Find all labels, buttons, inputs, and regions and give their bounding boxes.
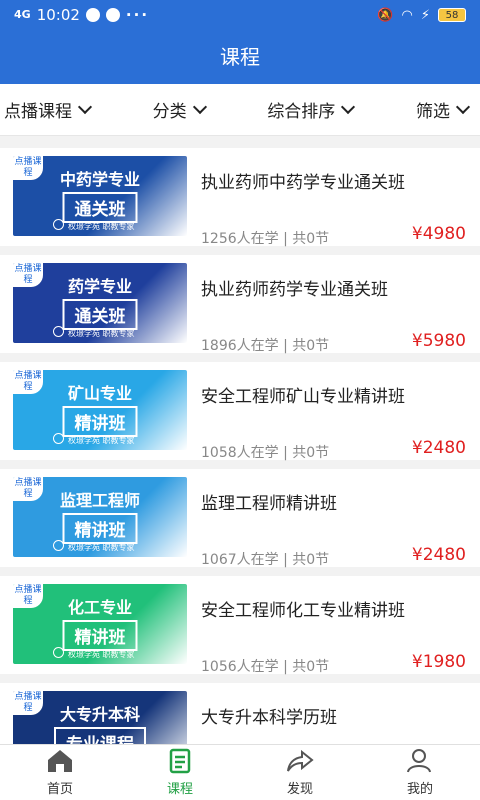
- message-icon: [105, 8, 120, 22]
- brand-logo: 权璟学苑 职教专家: [53, 540, 135, 553]
- nav-label: 课程: [166, 782, 193, 797]
- course-thumbnail: 点播课程 矿山专业 精讲班 权璟学苑 职教专家: [13, 370, 187, 450]
- status-time: 10:02: [36, 6, 80, 24]
- course-name: 执业药师药学专业通关班: [201, 280, 388, 300]
- filter-label: 筛选: [415, 102, 450, 122]
- thumbnail-title: 中药学专业: [59, 170, 140, 189]
- brand-logo: 权璟学苑 职教专家: [53, 326, 135, 339]
- course-meta: 1056人在学 | 共0节: [201, 659, 330, 675]
- brand-logo: 权璟学苑 职教专家: [53, 219, 135, 232]
- course-name: 监理工程师精讲班: [201, 494, 337, 514]
- filter-course-type[interactable]: 点播课程: [4, 97, 94, 122]
- course-meta: 1067人在学 | 共0节: [201, 552, 330, 568]
- chevron-down-icon: [192, 99, 207, 114]
- page-title: 课程: [220, 45, 260, 69]
- nav-label: 首页: [46, 782, 73, 797]
- more-notifications-icon: ···: [125, 6, 150, 24]
- filter-label: 综合排序: [267, 102, 336, 122]
- course-price: ¥2480: [411, 438, 466, 458]
- course-item[interactable]: 点播课程 大专升本科 专业课程 大专升本科学历班: [0, 683, 480, 744]
- notification-icon: [85, 8, 100, 22]
- filter-label: 点播课程: [4, 102, 72, 122]
- filter-label: 分类: [152, 102, 187, 122]
- filter-category[interactable]: 分类: [153, 97, 209, 122]
- course-item[interactable]: 点播课程 化工专业 精讲班 权璟学苑 职教专家 安全工程师化工专业精讲班 105…: [0, 576, 480, 675]
- chevron-down-icon: [455, 99, 471, 114]
- course-name: 执业药师中药学专业通关班: [201, 173, 405, 193]
- signal-icon: 4G: [14, 8, 31, 21]
- nav-home[interactable]: 首页: [0, 745, 120, 800]
- mute-icon: 🔕: [377, 7, 394, 23]
- course-meta: 1896人在学 | 共0节: [201, 338, 330, 354]
- nav-discover[interactable]: 发现: [240, 745, 360, 800]
- status-bar: 4G 10:02 ··· 🔕 ◠ ⚡ 58: [0, 0, 480, 30]
- filter-screen[interactable]: 筛选: [416, 97, 472, 122]
- battery-icon: 58: [438, 8, 466, 22]
- thumbnail-title: 矿山专业: [67, 384, 132, 403]
- thumbnail-title: 大专升本科: [59, 705, 140, 724]
- thumbnail-title: 药学专业: [67, 277, 132, 296]
- course-thumbnail: 点播课程 药学专业 通关班 权璟学苑 职教专家: [13, 263, 187, 343]
- course-item[interactable]: 点播课程 矿山专业 精讲班 权璟学苑 职教专家 安全工程师矿山专业精讲班 105…: [0, 362, 480, 461]
- course-thumbnail: 点播课程 中药学专业 通关班 权璟学苑 职教专家: [13, 156, 187, 236]
- brand-logo: 权璟学苑 职教专家: [53, 433, 135, 446]
- chevron-down-icon: [341, 99, 356, 114]
- course-price: ¥1980: [411, 652, 466, 672]
- course-thumbnail: 点播课程 监理工程师 精讲班 权璟学苑 职教专家: [13, 477, 187, 557]
- charging-icon: ⚡: [420, 7, 430, 23]
- app-header: 4G 10:02 ··· 🔕 ◠ ⚡ 58 课程: [0, 0, 480, 84]
- course-item[interactable]: 点播课程 药学专业 通关班 权璟学苑 职教专家 执业药师药学专业通关班 1896…: [0, 255, 480, 354]
- wifi-icon: ◠: [401, 7, 413, 23]
- nav-label: 发现: [286, 782, 313, 797]
- home-icon: [48, 750, 72, 772]
- course-price: ¥2480: [411, 545, 466, 565]
- bottom-nav: 首页 课程 发现 我的: [0, 744, 480, 800]
- course-list[interactable]: 点播课程 中药学专业 通关班 权璟学苑 职教专家 执业药师中药学专业通关班 12…: [0, 136, 480, 744]
- thumbnail-subtitle: 专业课程: [54, 727, 146, 744]
- thumbnail-title: 化工专业: [67, 598, 132, 617]
- filter-sort[interactable]: 综合排序: [267, 97, 357, 122]
- course-icon: [169, 748, 191, 774]
- brand-logo: 权璟学苑 职教专家: [53, 647, 135, 660]
- course-price: ¥4980: [411, 224, 466, 244]
- share-icon: [287, 749, 314, 772]
- filter-bar: 点播课程 分类 综合排序 筛选: [0, 84, 480, 136]
- nav-course[interactable]: 课程: [120, 745, 240, 800]
- nav-label: 我的: [406, 782, 433, 797]
- user-icon: [407, 749, 431, 773]
- course-price: ¥5980: [411, 331, 466, 351]
- nav-mine[interactable]: 我的: [360, 745, 480, 800]
- course-thumbnail: 点播课程 化工专业 精讲班 权璟学苑 职教专家: [13, 584, 187, 664]
- course-meta: 1256人在学 | 共0节: [201, 231, 330, 247]
- course-thumbnail: 点播课程 大专升本科 专业课程: [13, 691, 187, 744]
- course-name: 安全工程师矿山专业精讲班: [201, 387, 405, 407]
- course-name: 安全工程师化工专业精讲班: [201, 601, 405, 621]
- chevron-down-icon: [77, 99, 93, 114]
- course-item[interactable]: 点播课程 中药学专业 通关班 权璟学苑 职教专家 执业药师中药学专业通关班 12…: [0, 148, 480, 247]
- course-name: 大专升本科学历班: [201, 708, 337, 728]
- thumbnail-title: 监理工程师: [59, 491, 140, 510]
- course-meta: 1058人在学 | 共0节: [201, 445, 330, 461]
- course-item[interactable]: 点播课程 监理工程师 精讲班 权璟学苑 职教专家 监理工程师精讲班 1067人在…: [0, 469, 480, 568]
